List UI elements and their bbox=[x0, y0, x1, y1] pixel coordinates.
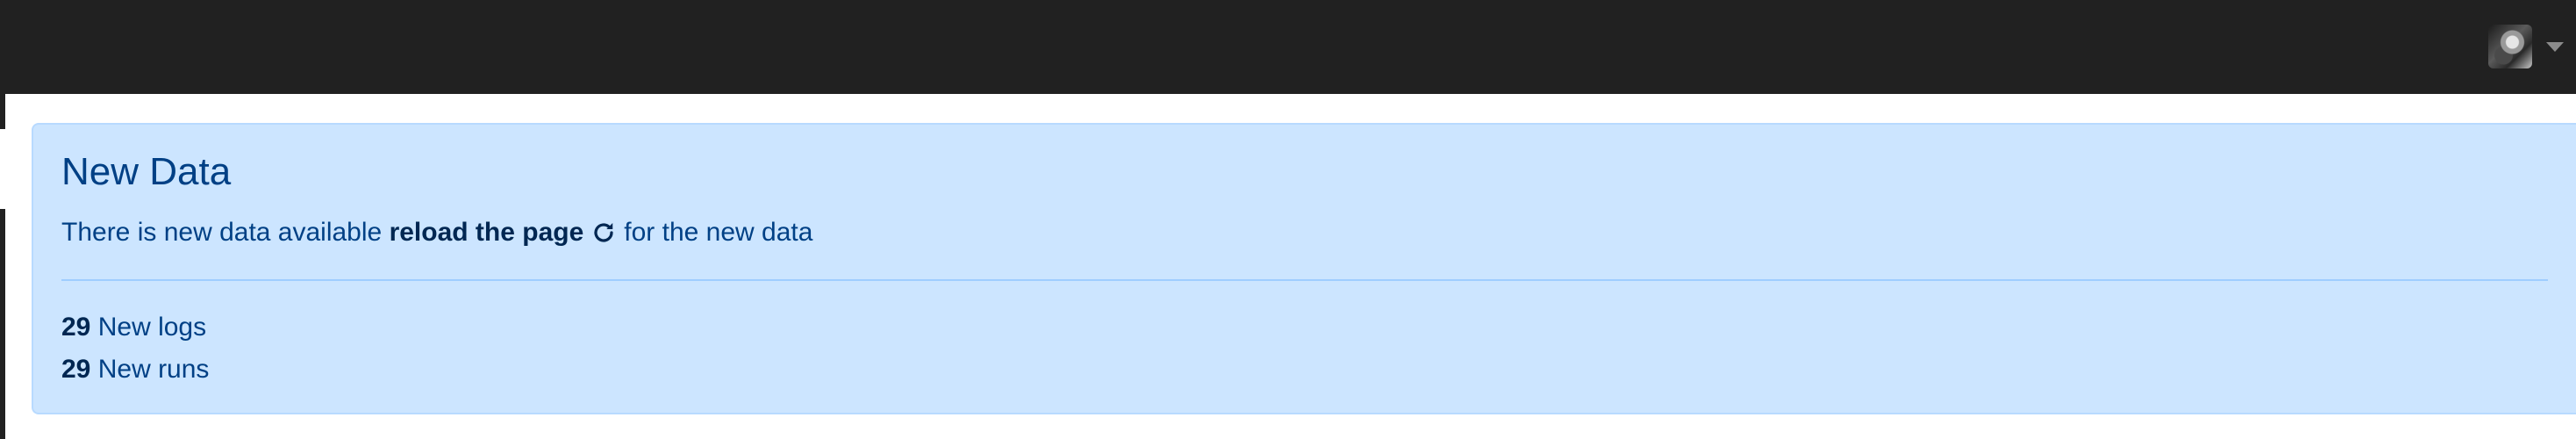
new-runs-count: 29 bbox=[61, 355, 91, 384]
reload-page-link[interactable]: reload the page bbox=[390, 212, 584, 252]
alert-divider bbox=[61, 279, 2548, 281]
user-avatar[interactable] bbox=[2488, 25, 2532, 68]
alert-heading: New Data bbox=[61, 150, 232, 193]
alert-message-prefix: There is new data available bbox=[61, 218, 383, 247]
sidebar-edge-lower bbox=[0, 209, 5, 439]
new-runs-label: New runs bbox=[97, 355, 210, 384]
alert-message: There is new data available reload the p… bbox=[61, 212, 812, 252]
new-runs-stat: 29 New runs bbox=[61, 355, 209, 385]
reload-icon[interactable] bbox=[590, 220, 617, 246]
new-data-alert: New Data There is new data available rel… bbox=[32, 123, 2576, 414]
new-logs-count: 29 bbox=[61, 313, 91, 342]
alert-message-suffix: for the new data bbox=[624, 218, 813, 247]
new-logs-label: New logs bbox=[97, 313, 207, 342]
user-menu-dropdown[interactable] bbox=[2488, 23, 2576, 70]
reload-link-label: reload the page bbox=[389, 218, 584, 247]
top-navbar bbox=[0, 0, 2576, 94]
new-logs-stat: 29 New logs bbox=[61, 313, 206, 342]
sidebar-edge bbox=[0, 94, 7, 129]
caret-down-icon[interactable] bbox=[2546, 41, 2564, 52]
